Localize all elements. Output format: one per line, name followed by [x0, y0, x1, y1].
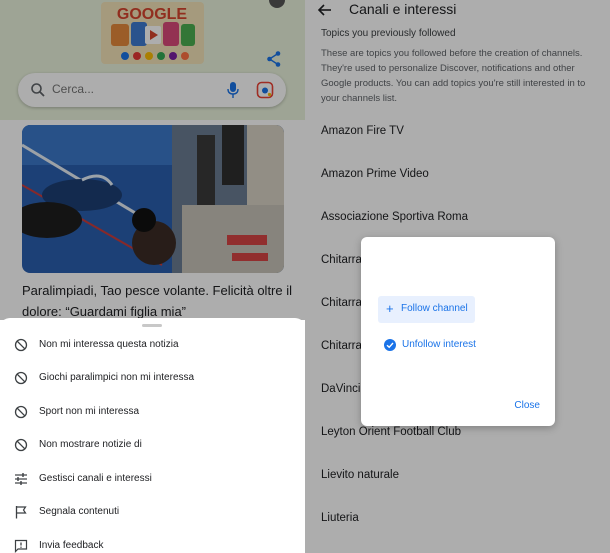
flag-icon	[15, 505, 27, 518]
sheet-drag-handle[interactable]	[142, 324, 162, 327]
plus-icon: +	[386, 301, 394, 316]
sheet-item-label: Invia feedback	[39, 540, 104, 551]
channels-interests-panel: Canali e interessi Topics you previously…	[305, 0, 610, 553]
feed-area: GOOGLE Cerca... Paralimpiadi, Tao pesce …	[0, 0, 305, 320]
follow-channel-label: Follow channel	[401, 303, 468, 314]
sheet-item-hide-source[interactable]: Non mostrare notizie di	[0, 428, 305, 461]
sheet-item-not-interested-sport[interactable]: Sport non mi interessa	[0, 395, 305, 428]
block-icon	[14, 405, 28, 418]
sheet-item-not-interested-story[interactable]: Non mi interessa questa notizia	[0, 328, 305, 361]
sheet-item-label: Gestisci canali e interessi	[39, 473, 152, 484]
follow-channel-button[interactable]: + Follow channel	[378, 296, 475, 323]
scrim-overlay[interactable]	[0, 0, 305, 320]
options-bottom-sheet: Non mi interessa questa notizia Giochi p…	[0, 318, 305, 553]
sheet-item-label: Giochi paralimpici non mi interessa	[39, 372, 195, 383]
sheet-item-report-content[interactable]: Segnala contenuti	[0, 495, 305, 528]
close-button[interactable]: Close	[514, 400, 540, 411]
sheet-item-label: Segnala contenuti	[39, 506, 120, 517]
sheet-item-label: Non mostrare notizie di	[39, 439, 142, 450]
block-icon	[14, 371, 28, 384]
check-circle-icon	[384, 339, 396, 351]
block-icon	[14, 438, 28, 451]
tune-icon	[15, 472, 27, 485]
sheet-item-not-interested-topic[interactable]: Giochi paralimpici non mi interessa	[0, 361, 305, 394]
sheet-item-label: Sport non mi interessa	[39, 406, 140, 417]
feedback-icon	[14, 539, 28, 553]
discover-feed-panel: GOOGLE Cerca... Paralimpiadi, Tao pesce …	[0, 0, 305, 553]
topic-options-dialog: + Follow channel Unfollow interest Close	[361, 237, 555, 426]
sheet-item-label: Non mi interessa questa notizia	[39, 339, 179, 350]
sheet-item-manage-channels[interactable]: Gestisci canali e interessi	[0, 462, 305, 495]
unfollow-interest-label: Unfollow interest	[402, 339, 476, 350]
block-icon	[14, 338, 28, 351]
sheet-item-send-feedback[interactable]: Invia feedback	[0, 529, 305, 553]
